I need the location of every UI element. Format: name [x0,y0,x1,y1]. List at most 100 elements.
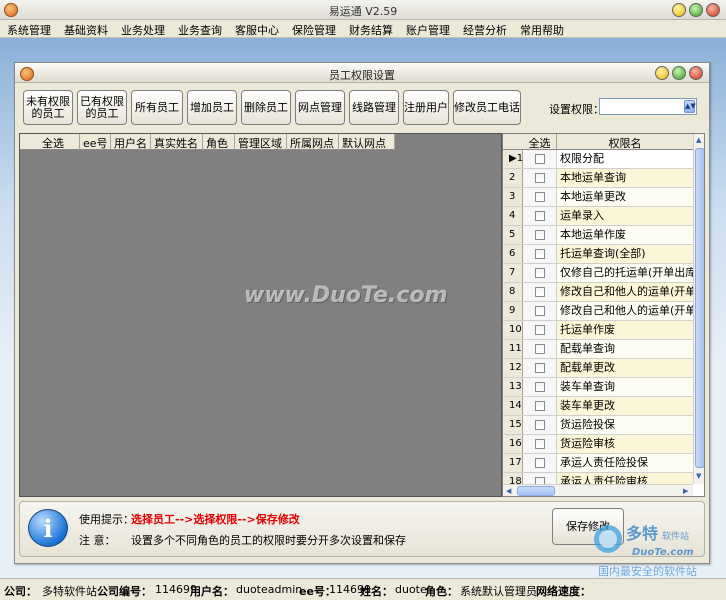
chevron-updown-icon[interactable]: ▲▼ [684,100,696,113]
permission-checkbox[interactable] [535,439,545,449]
permission-checkbox[interactable] [535,192,545,202]
permission-row[interactable]: 4 运单录入 [503,207,693,226]
toolbar-button[interactable]: 网点管理 [295,90,345,125]
menu-item[interactable]: 基础资料 [57,20,114,37]
toolbar-button[interactable]: 已有权限 的员工 [77,90,127,125]
menu-item[interactable]: 系统管理 [0,20,57,37]
horizontal-scroll-thumb[interactable] [517,486,555,496]
permission-name: 托运单作废 [557,321,693,339]
permission-checkbox-cell [523,302,557,320]
permission-row[interactable]: 3 本地运单更改 [503,188,693,207]
permission-checkbox[interactable] [535,325,545,335]
permission-checkbox[interactable] [535,211,545,221]
employee-column-header: 管理区域 [235,134,287,150]
menu-item[interactable]: 保险管理 [285,20,342,37]
dialog-maximize-button[interactable] [672,66,686,80]
permission-dialog: 员工权限设置 未有权限 的员工 已有权限 的员工 所有员工 增加员工 删除员工 网点管理 线路管… [14,62,710,564]
role-label: 角色： [425,585,458,598]
row-index: 9 [503,302,523,320]
permission-checkbox[interactable] [535,173,545,183]
permission-checkbox[interactable] [535,382,545,392]
permission-checkbox[interactable] [535,268,545,278]
permission-grid[interactable]: 全选 权限名 ▶1 权限分配 2 本地运单查询 3 本地运单更改 4 运单录入 5 本地运单作废 6… [502,133,705,497]
permission-vertical-scrollbar[interactable]: ▲ ▼ [693,134,704,484]
row-index: 6 [503,245,523,263]
permission-row[interactable]: 11 配载单查询 [503,340,693,359]
role-value: 系统默认管理员 [460,585,537,598]
permission-row[interactable]: 8 修改自己和他人的运单(开单出 [503,283,693,302]
permission-checkbox[interactable] [535,287,545,297]
dialog-close-button[interactable] [689,66,703,80]
permission-row[interactable]: 5 本地运单作废 [503,226,693,245]
menu-item[interactable]: 业务查询 [171,20,228,37]
permission-checkbox[interactable] [535,401,545,411]
permission-checkbox[interactable] [535,363,545,373]
permission-row[interactable]: 2 本地运单查询 [503,169,693,188]
permission-checkbox[interactable] [535,249,545,259]
permission-row[interactable]: 7 仅修自己的托运单(开单出库前 [503,264,693,283]
permission-horizontal-scrollbar[interactable]: ◀ ▶ [503,484,693,496]
scroll-down-icon[interactable]: ▼ [696,472,701,480]
permission-row[interactable]: 15 货运险投保 [503,416,693,435]
menu-item[interactable]: 客服中心 [228,20,285,37]
permission-checkbox[interactable] [535,154,545,164]
scroll-up-icon[interactable]: ▲ [696,136,701,144]
permission-checkbox-cell [523,207,557,225]
permission-row[interactable]: 6 托运单查询(全部) [503,245,693,264]
permission-row[interactable]: 10 托运单作废 [503,321,693,340]
permission-row[interactable]: ▶1 权限分配 [503,150,693,169]
permission-checkbox[interactable] [535,344,545,354]
permission-row[interactable]: 14 装车单更改 [503,397,693,416]
toolbar-button[interactable]: 线路管理 [349,90,399,125]
svg-text:国内最安全的软件站: 国内最安全的软件站 [598,564,697,578]
scroll-left-icon[interactable]: ◀ [506,487,511,495]
toolbar-button[interactable]: 未有权限 的员工 [23,90,73,125]
permission-checkbox[interactable] [535,458,545,468]
permission-select-label: 设置权限： [549,103,604,116]
permission-select-all-header[interactable]: 全选 [523,134,557,150]
menu-item[interactable]: 业务处理 [114,20,171,37]
permission-name: 承运人责任险投保 [557,454,693,472]
menu-item[interactable]: 经营分析 [456,20,513,37]
toolbar-button[interactable]: 所有员工 [131,90,183,125]
close-button[interactable] [706,3,720,17]
row-index: 5 [503,226,523,244]
permission-row[interactable]: 9 修改自己和他人的运单(开单出 [503,302,693,321]
employee-column-header[interactable]: 全选 [20,134,80,150]
permission-checkbox-cell [523,397,557,415]
permission-row[interactable]: 13 装车单查询 [503,378,693,397]
permission-checkbox[interactable] [535,420,545,430]
row-index: 17 [503,454,523,472]
company-label: 公司： [4,585,37,598]
permission-row[interactable]: 17 承运人责任险投保 [503,454,693,473]
scroll-right-icon[interactable]: ▶ [683,487,688,495]
permission-checkbox-cell [523,378,557,396]
employee-table[interactable]: 全选 ee号 用户名 真实姓名 角色 管理区域 所属网点 默认网点 [19,133,502,497]
permission-name-header: 权限名 [608,137,642,150]
row-index: 14 [503,397,523,415]
dialog-minimize-button[interactable] [655,66,669,80]
permission-checkbox-cell [523,245,557,263]
toolbar-button-label: 未有权限 [26,94,70,108]
maximize-button[interactable] [689,3,703,17]
permission-checkbox-cell [523,226,557,244]
minimize-button[interactable] [672,3,686,17]
menu-item[interactable]: 财务结算 [342,20,399,37]
toolbar-button[interactable]: 注册用户 [403,90,449,125]
permission-row[interactable]: 16 货运险审核 [503,435,693,454]
permission-name: 本地运单查询 [557,169,693,187]
toolbar-button[interactable]: 删除员工 [241,90,291,125]
permission-row[interactable]: 12 配载单更改 [503,359,693,378]
menu-item[interactable]: 账户管理 [399,20,456,37]
menu-item[interactable]: 常用帮助 [513,20,570,37]
toolbar-button[interactable]: 增加员工 [187,90,237,125]
permission-checkbox[interactable] [535,230,545,240]
permission-select[interactable]: ▲▼ [599,98,697,115]
svg-text:DuoTe.com: DuoTe.com [632,547,694,558]
menu-bar: 系统管理 基础资料 业务处理 业务查询 客服中心 保险管理 财务结算 账户管理 经营分析 常用帮助 [0,20,726,38]
permission-checkbox[interactable] [535,306,545,316]
row-index: ▶1 [503,150,523,168]
toolbar-button[interactable]: 修改员工电话 [453,90,521,125]
svg-text:软件站: 软件站 [662,530,689,542]
vertical-scroll-thumb[interactable] [695,148,704,468]
